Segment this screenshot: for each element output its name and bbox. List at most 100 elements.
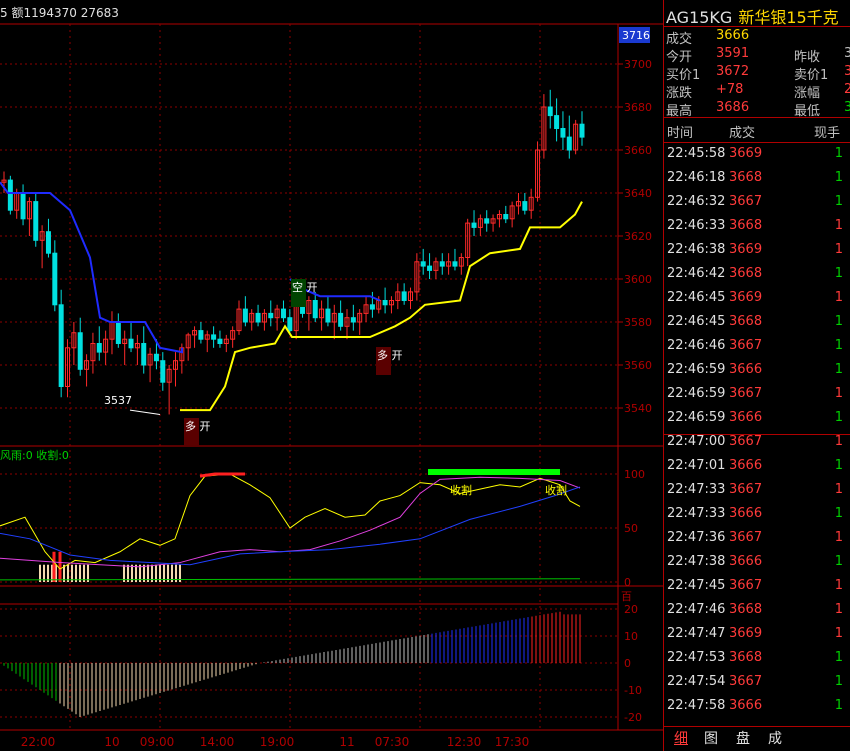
price-tick-label: 3600: [624, 273, 652, 286]
tab-trades[interactable]: 成: [768, 728, 782, 748]
tick-header-time: 时间: [667, 126, 694, 141]
divider: [664, 142, 850, 143]
candle-body: [20, 192, 26, 220]
candle-body: [369, 304, 375, 310]
tick-row[interactable]: 22:46:59 3666 1: [664, 410, 850, 434]
tick-row[interactable]: 22:46:18 3668 1: [664, 170, 850, 194]
tick-row[interactable]: 22:47:33 3666 1: [664, 506, 850, 530]
low-marker-line: [129, 409, 161, 415]
candle-body: [338, 312, 344, 327]
tick-price: 3666: [729, 458, 763, 473]
price-tick-label: 3700: [624, 58, 652, 71]
tick-volume: 1: [834, 146, 843, 161]
tick-row[interactable]: 22:47:54 3667 1: [664, 674, 850, 698]
time-axis-label: 09:00: [140, 735, 175, 749]
tick-price: 3666: [729, 698, 763, 713]
tick-time: 22:47:58: [667, 698, 726, 713]
candle-body: [128, 338, 134, 349]
candle-body: [280, 308, 286, 319]
tick-row[interactable]: 22:46:59 3666 1: [664, 362, 850, 386]
candle-body: [217, 338, 223, 345]
time-axis-label: 12:30: [447, 735, 482, 749]
tick-row[interactable]: 22:45:58 3669 1: [664, 146, 850, 170]
tick-row[interactable]: 22:47:58 3666 1: [664, 698, 850, 722]
tick-row[interactable]: 22:47:38 3666 1: [664, 554, 850, 578]
tab-detail[interactable]: 细: [674, 728, 688, 748]
quote-volume: 成交 3666: [666, 28, 749, 47]
macd-unit-label: 百: [621, 590, 632, 603]
macd-tick-label: -10: [624, 684, 642, 697]
tick-volume: 1: [834, 530, 843, 545]
tick-row[interactable]: 22:46:38 3669 1: [664, 242, 850, 266]
time-axis-label: 19:00: [260, 735, 295, 749]
divider: [664, 117, 850, 118]
quote-prev: 昨收 3: [794, 46, 850, 65]
quote-panel: AG15KG 新华银15千克 成交 3666 今开 3591 昨收 3 买价1 3672 …: [663, 0, 850, 751]
quote-bid: 买价1 3672: [666, 64, 749, 83]
harvest-label: 收割: [450, 483, 472, 497]
tick-volume: 1: [834, 674, 843, 689]
quote-open-label: 今开: [666, 50, 693, 65]
candle-body: [141, 343, 147, 366]
tick-time: 22:46:59: [667, 410, 726, 425]
candle-body: [268, 312, 274, 319]
divider: [664, 434, 850, 435]
tick-time: 22:47:36: [667, 530, 726, 545]
tick-time: 22:46:33: [667, 218, 726, 233]
candle-body: [160, 360, 166, 383]
quote-low-value: 3: [844, 100, 850, 115]
quote-ask-value: 3: [844, 64, 850, 79]
tick-time: 22:47:01: [667, 458, 726, 473]
candle-body: [471, 222, 477, 228]
tick-row[interactable]: 22:46:46 3667 1: [664, 338, 850, 362]
tick-volume: 1: [834, 650, 843, 665]
tick-row[interactable]: 22:46:45 3669 1: [664, 290, 850, 314]
tab-chart[interactable]: 图: [704, 728, 718, 748]
tick-row[interactable]: 22:47:45 3667 1: [664, 578, 850, 602]
tick-price: 3667: [729, 482, 763, 497]
tick-row[interactable]: 22:47:01 3666 1: [664, 458, 850, 482]
tick-time: 22:47:53: [667, 650, 726, 665]
tick-price: 3667: [729, 386, 763, 401]
tick-price: 3668: [729, 602, 763, 617]
quote-open: 今开 3591: [666, 46, 756, 65]
tick-price: 3667: [729, 194, 763, 209]
candle-body: [420, 261, 426, 267]
tick-row[interactable]: 22:47:00 3667 1: [664, 434, 850, 458]
candle-body: [382, 300, 388, 306]
indicator-tick-label: 0: [624, 576, 631, 589]
tick-time: 22:46:38: [667, 242, 726, 257]
divider: [664, 26, 850, 27]
tick-price: 3669: [729, 242, 763, 257]
tick-volume: 1: [834, 170, 843, 185]
tick-row[interactable]: 22:46:45 3668 1: [664, 314, 850, 338]
tick-time: 22:47:38: [667, 554, 726, 569]
tick-price: 3666: [729, 554, 763, 569]
tab-book[interactable]: 盘: [736, 728, 750, 748]
price-tick-label: 3560: [624, 359, 652, 372]
candle-body: [579, 123, 585, 138]
tick-time: 22:46:59: [667, 386, 726, 401]
tick-row[interactable]: 22:46:32 3667 1: [664, 194, 850, 218]
tick-time: 22:47:00: [667, 434, 726, 449]
time-axis-label: 14:00: [200, 735, 235, 749]
tick-row[interactable]: 22:47:53 3668 1: [664, 650, 850, 674]
price-tick-label: 3660: [624, 144, 652, 157]
candle-body: [547, 106, 553, 117]
tick-row[interactable]: 22:47:47 3669 1: [664, 626, 850, 650]
tick-row[interactable]: 22:47:33 3667 1: [664, 482, 850, 506]
tick-row[interactable]: 22:47:46 3668 1: [664, 602, 850, 626]
macd-tick-label: 10: [624, 630, 638, 643]
buy-open-signal: 多 开: [185, 419, 211, 433]
tick-price: 3667: [729, 530, 763, 545]
tick-volume: 1: [834, 434, 843, 449]
tick-row[interactable]: 22:46:42 3668 1: [664, 266, 850, 290]
tick-row[interactable]: 22:46:33 3668 1: [664, 218, 850, 242]
candle-body: [287, 317, 293, 332]
tick-row[interactable]: 22:46:59 3667 1: [664, 386, 850, 410]
tick-time: 22:46:18: [667, 170, 726, 185]
macd-tick-label: -20: [624, 711, 642, 724]
quote-high-value: 3686: [716, 100, 750, 115]
tick-row[interactable]: 22:47:36 3667 1: [664, 530, 850, 554]
tick-price: 3666: [729, 506, 763, 521]
